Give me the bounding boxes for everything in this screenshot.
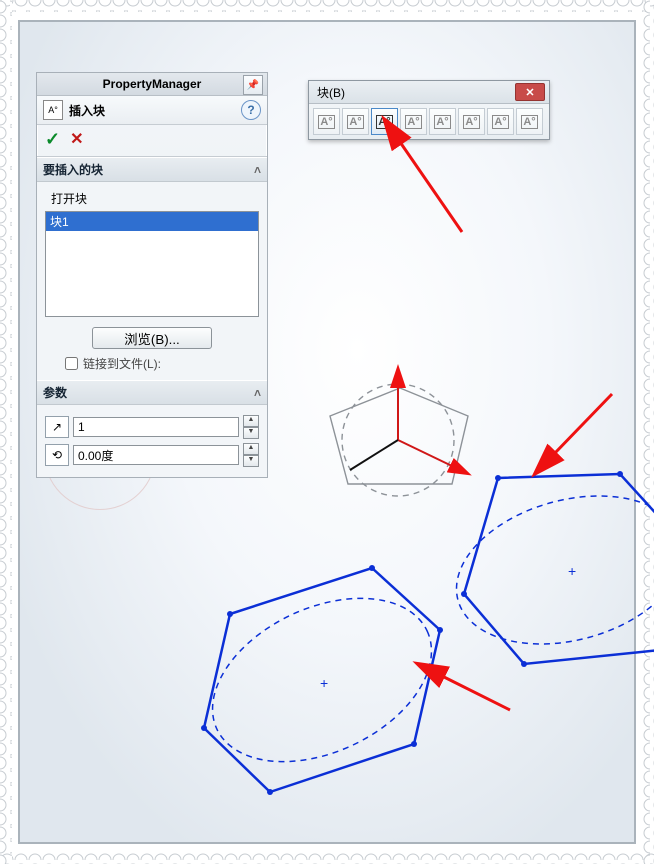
rebuild-icon[interactable]: A° xyxy=(429,108,456,135)
browse-button[interactable]: 浏览(B)... xyxy=(92,327,212,349)
open-block-label: 打开块 xyxy=(51,190,259,207)
make-block-icon[interactable]: A° xyxy=(313,108,340,135)
block-listbox[interactable]: 块1 xyxy=(45,211,259,317)
link-to-file-label: 链接到文件(L): xyxy=(83,355,161,372)
block-toolbar: 块(B) ✕ A°A°A°▼A°A°A°A°A° xyxy=(308,80,550,140)
pm-header-title: 插入块 xyxy=(69,102,241,119)
edit-block-icon[interactable]: A° xyxy=(342,108,369,135)
pm-titlebar: PropertyManager 📌 xyxy=(37,73,267,96)
link-to-file-row[interactable]: 链接到文件(L): xyxy=(65,355,259,372)
params-section-title: 参数 xyxy=(43,384,67,401)
belt-chain-icon[interactable]: A° xyxy=(516,108,543,135)
list-item[interactable]: 块1 xyxy=(46,212,258,231)
blocks-section-body: 打开块 块1 浏览(B)... 链接到文件(L): xyxy=(37,182,267,380)
blocks-section-header[interactable]: 要插入的块 ˄ xyxy=(37,157,267,182)
angle-input[interactable] xyxy=(73,445,239,465)
property-manager-panel: PropertyManager 📌 A° 插入块 ? ✓ ✕ 要插入的块 ˄ 打… xyxy=(36,72,268,478)
ok-button[interactable]: ✓ xyxy=(45,129,60,150)
params-section-body: ↗ ▲▼ ⟲ ▲▼ xyxy=(37,405,267,477)
toolbar-row: A°A°A°▼A°A°A°A°A° xyxy=(309,104,549,139)
scale-icon: ↗ xyxy=(45,416,69,438)
scale-input[interactable] xyxy=(73,417,239,437)
toolbar-title: 块(B) xyxy=(317,84,345,101)
add-remove-icon[interactable]: A° xyxy=(400,108,427,135)
toolbar-titlebar[interactable]: 块(B) ✕ xyxy=(309,81,549,104)
pm-header: A° 插入块 ? xyxy=(37,96,267,125)
insert-block-icon[interactable]: A°▼ xyxy=(371,108,398,135)
cancel-button[interactable]: ✕ xyxy=(70,129,83,150)
scale-spinner[interactable]: ▲▼ xyxy=(243,415,259,439)
explode-block-icon[interactable]: A° xyxy=(487,108,514,135)
params-section-header[interactable]: 参数 ˄ xyxy=(37,380,267,405)
save-block-icon[interactable]: A° xyxy=(458,108,485,135)
help-button[interactable]: ? xyxy=(241,100,261,120)
angle-row: ⟲ ▲▼ xyxy=(45,443,259,467)
angle-spinner[interactable]: ▲▼ xyxy=(243,443,259,467)
scale-row: ↗ ▲▼ xyxy=(45,415,259,439)
pm-action-row: ✓ ✕ xyxy=(37,125,267,157)
pm-title: PropertyManager xyxy=(103,77,202,91)
close-icon[interactable]: ✕ xyxy=(515,83,545,101)
block-icon: A° xyxy=(43,100,63,120)
blocks-section-title: 要插入的块 xyxy=(43,161,103,178)
link-to-file-checkbox[interactable] xyxy=(65,357,78,370)
angle-icon: ⟲ xyxy=(45,444,69,466)
chevron-up-icon: ˄ xyxy=(254,163,261,177)
pin-icon[interactable]: 📌 xyxy=(243,75,263,95)
chevron-up-icon: ˄ xyxy=(254,386,261,400)
